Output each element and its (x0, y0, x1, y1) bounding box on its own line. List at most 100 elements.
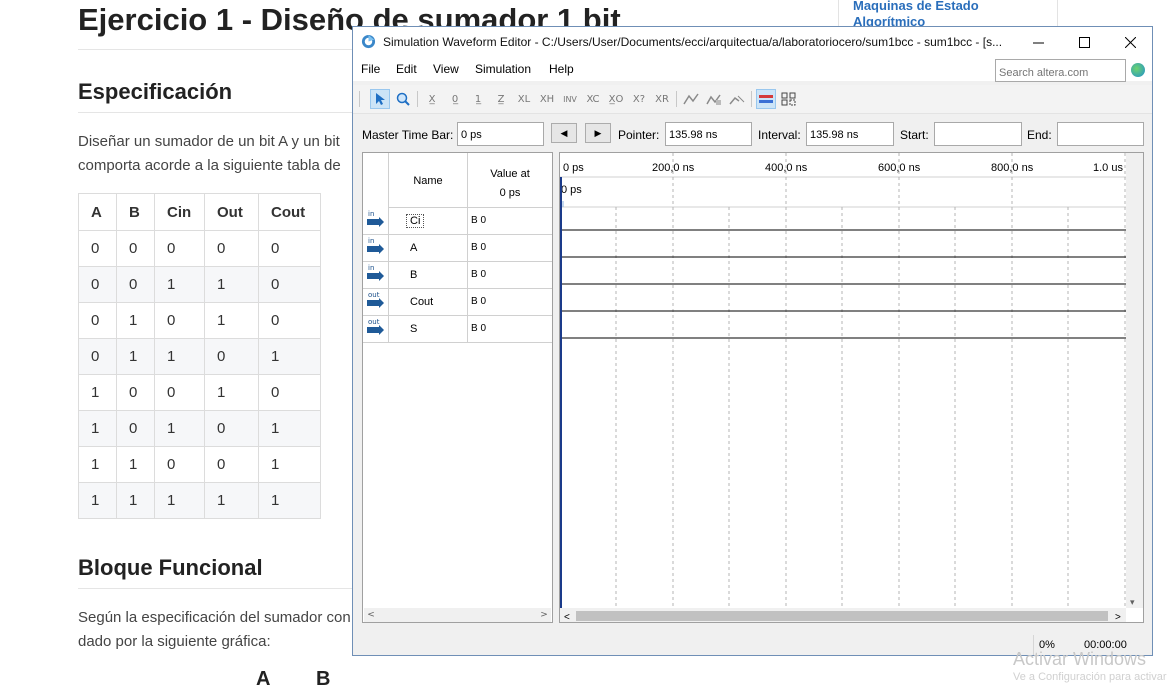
force-high-impedance-button[interactable]: Z̲ (491, 89, 511, 109)
table-cell: 1 (258, 482, 321, 519)
search-input[interactable] (995, 59, 1126, 82)
ungroup-button[interactable] (779, 89, 799, 109)
table-cell: 1 (78, 446, 117, 483)
scroll-left-icon[interactable]: < (564, 612, 570, 623)
scrollbar-thumb[interactable] (576, 611, 1108, 621)
signal-row[interactable]: out S B 0 (363, 315, 552, 343)
table-cell: 0 (258, 302, 321, 339)
table-cell: 0 (258, 230, 321, 267)
next-transition-button[interactable]: ▶ (585, 123, 611, 143)
count-value-icon: XC (586, 93, 600, 105)
group-icon (759, 95, 773, 103)
start-label: Start: (900, 128, 929, 142)
table-cell: 1 (258, 338, 321, 375)
table-cell: 1 (204, 266, 259, 303)
value-header-line1: Value at (490, 168, 530, 180)
close-icon (1124, 36, 1136, 48)
interval-field[interactable]: 135.98 ns (806, 122, 894, 146)
minimize-button[interactable] (1015, 27, 1061, 57)
snap-to-grid-icon (683, 93, 699, 105)
scroll-left-icon[interactable]: < (364, 608, 378, 622)
block-text-line1: Según la especificación del sumador con (78, 609, 351, 626)
random-value-icon: XR (655, 93, 669, 105)
menu-simulation[interactable]: Simulation (475, 62, 531, 76)
end-field[interactable] (1057, 122, 1144, 146)
signal-row[interactable]: in Ci B 0 (363, 207, 552, 235)
pointer-label: Pointer: (618, 128, 660, 142)
scroll-right-icon[interactable]: > (1115, 612, 1121, 623)
signal-value: B 0 (471, 323, 487, 334)
table-row: 10101 (78, 410, 321, 447)
master-time-marker-label: 0 ps (561, 184, 582, 196)
sort-nodes-button[interactable] (704, 89, 724, 109)
table-cell: 0 (204, 338, 259, 375)
name-column-header[interactable]: Name (388, 175, 468, 187)
force-high-button[interactable]: 1̲ (468, 89, 488, 109)
ruler-tick-label: 1.0 us (1093, 162, 1123, 174)
toolbar-separator (751, 91, 752, 107)
signal-row[interactable]: in B B 0 (363, 261, 552, 289)
waveform-canvas[interactable]: 0 ps 200,0 ns 400,0 ns 600,0 ns 800,0 ns… (560, 153, 1144, 623)
maximize-button[interactable] (1061, 27, 1107, 57)
table-cell: 1 (78, 374, 117, 411)
table-cell: 0 (116, 374, 155, 411)
waveform-pane[interactable]: 0 ps 200,0 ns 400,0 ns 600,0 ns 800,0 ns… (559, 152, 1144, 623)
menu-view[interactable]: View (433, 62, 459, 76)
table-cell: 0 (78, 302, 117, 339)
node-list-scrollbar[interactable]: < > (364, 608, 551, 622)
globe-icon[interactable] (1131, 63, 1145, 77)
toolbar-separator (417, 91, 418, 107)
count-value-button[interactable]: XC (583, 89, 603, 109)
pointer-tool-button[interactable] (370, 89, 390, 109)
table-cell: 1 (204, 482, 259, 519)
activate-windows-subtext: Ve a Configuración para activar Windows. (1013, 671, 1167, 683)
master-time-bar-field[interactable]: 0 ps (457, 122, 544, 146)
table-cell: 0 (78, 230, 117, 267)
table-cell: 0 (78, 266, 117, 303)
force-unknown-button[interactable]: X̲ (422, 89, 442, 109)
scroll-right-icon[interactable]: > (537, 608, 551, 622)
forcing-clock-button[interactable]: X̲O (606, 89, 626, 109)
input-pin-icon: in (366, 210, 386, 228)
signal-row[interactable]: out Cout B 0 (363, 288, 552, 316)
invert-button[interactable]: INV (560, 89, 580, 109)
arbitrary-value-button[interactable]: X? (629, 89, 649, 109)
group-button[interactable] (756, 89, 776, 109)
signal-value: B 0 (471, 296, 487, 307)
table-row: 11111 (78, 482, 321, 519)
arbitrary-value-icon: X? (632, 93, 646, 105)
grid-lines (615, 153, 1126, 608)
snap-to-grid-button[interactable] (681, 89, 701, 109)
output-pin-icon: out (366, 318, 386, 336)
force-weak-high-button[interactable]: XH (537, 89, 557, 109)
menu-edit[interactable]: Edit (396, 62, 417, 76)
force-low-button[interactable]: 0̲ (445, 89, 465, 109)
table-cell: 1 (116, 446, 155, 483)
force-weak-low-button[interactable]: XL (514, 89, 534, 109)
close-button[interactable] (1107, 27, 1153, 57)
pointer-field[interactable]: 135.98 ns (665, 122, 752, 146)
value-column-header[interactable]: Value at 0 ps (468, 165, 552, 203)
divider (78, 112, 353, 113)
table-cell: 1 (154, 482, 205, 519)
sidebar-link-line1[interactable]: Maquinas de Estado (853, 0, 979, 13)
menu-help[interactable]: Help (549, 62, 574, 76)
zoom-tool-button[interactable] (393, 89, 413, 109)
toolbar-separator (676, 91, 677, 107)
time-bar-row: Master Time Bar: 0 ps ◀ ▶ Pointer: 135.9… (353, 117, 1152, 149)
start-field[interactable] (934, 122, 1022, 146)
vertical-scrollbar[interactable] (1126, 153, 1143, 608)
menu-file[interactable]: File (361, 62, 380, 76)
signal-name: B (410, 269, 418, 281)
table-row: 01010 (78, 302, 321, 339)
master-time-bar-label: Master Time Bar: (362, 128, 454, 142)
scroll-down-icon[interactable]: ▾ (1130, 597, 1135, 607)
previous-transition-button[interactable]: ◀ (551, 123, 577, 143)
signal-row[interactable]: in A B 0 (363, 234, 552, 262)
random-value-button[interactable]: XR (652, 89, 672, 109)
insert-node-button[interactable] (727, 89, 747, 109)
node-list-pane: Name Value at 0 ps in Ci B 0 in A B 0 in… (362, 152, 553, 623)
title-bar[interactable]: Simulation Waveform Editor - C:/Users/Us… (353, 27, 1152, 57)
ruler-tick-label: 400,0 ns (765, 162, 808, 174)
table-cell: 0 (154, 446, 205, 483)
